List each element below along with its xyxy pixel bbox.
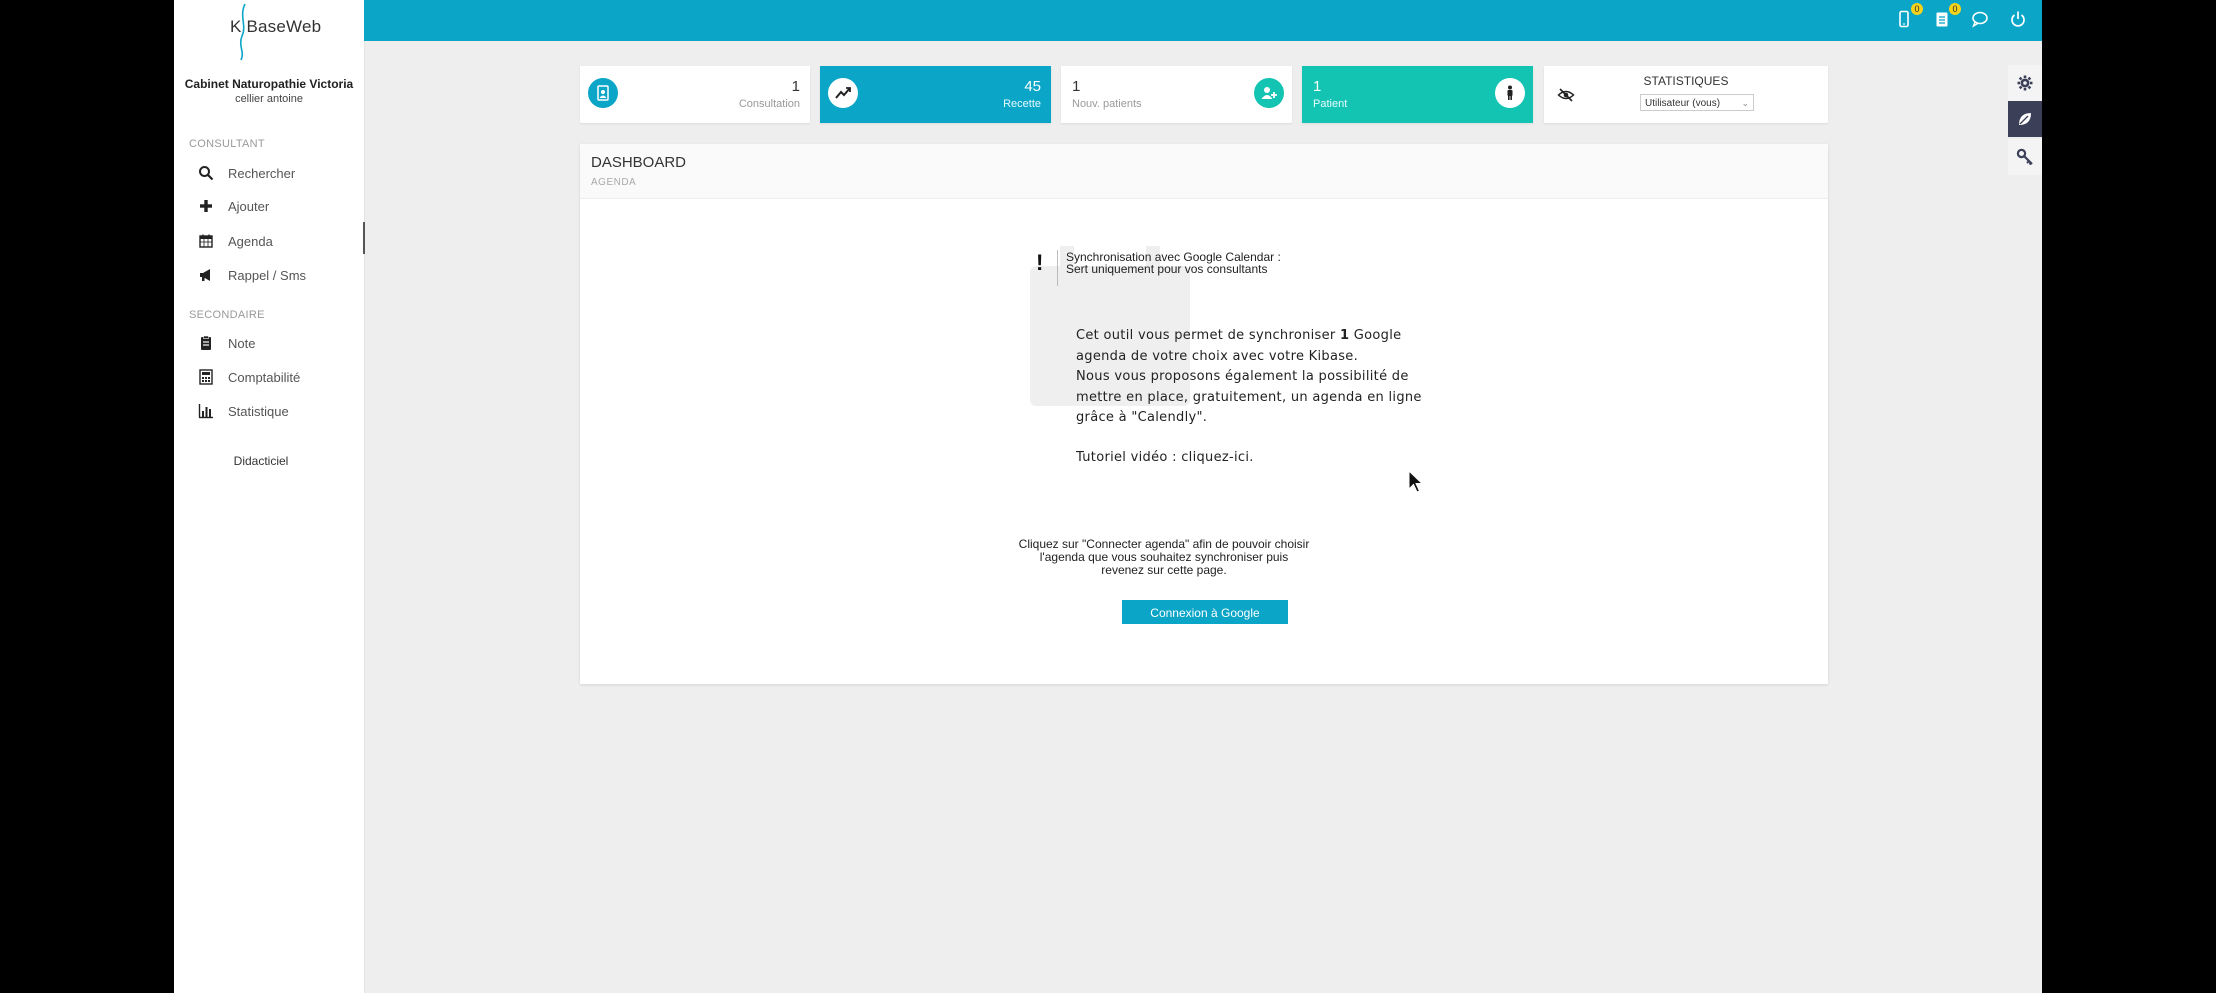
section-consultant: CONSULTANT — [189, 138, 265, 150]
desc-count: 1 — [1340, 328, 1350, 343]
connect-instructions: Cliquez sur "Connecter agenda" afin de p… — [1004, 538, 1324, 577]
card-statistiques: STATISTIQUES Utilisateur (vous) ⌄ — [1544, 66, 1828, 123]
desc-line4: mettre en place, gratuitement, un agenda… — [1076, 389, 1422, 405]
sidebar-item-label: Ajouter — [228, 198, 270, 214]
statistiques-title: STATISTIQUES — [1643, 74, 1729, 88]
mobile-icon — [1899, 10, 1909, 28]
note-icon — [201, 335, 211, 350]
sidebar-item-ajouter[interactable]: Ajouter — [198, 196, 269, 216]
user-name: cellier antoine — [235, 93, 303, 105]
page-subtitle: AGENDA — [591, 177, 637, 188]
exclamation-icon: ! — [1036, 250, 1044, 275]
sidebar-item-rappel-sms[interactable]: Rappel / Sms — [198, 265, 306, 285]
power-icon — [2011, 11, 2025, 27]
desc-line2: agenda de votre choix avec votre Kibase. — [1076, 348, 1359, 364]
eye-slash-icon[interactable] — [1557, 86, 1575, 104]
leaf-tool[interactable] — [2008, 101, 2042, 137]
recette-value: 45 — [1024, 78, 1041, 95]
leaf-icon — [2019, 113, 2031, 125]
trend-icon — [828, 78, 858, 108]
sidebar-item-label: Statistique — [228, 403, 289, 419]
key-icon — [2016, 148, 2033, 166]
settings-tool[interactable] — [2008, 65, 2042, 101]
mouse-cursor-icon — [1408, 470, 1424, 493]
consultation-label: Consultation — [738, 98, 800, 110]
chat-button[interactable] — [1970, 10, 1990, 30]
section-secondaire: SECONDAIRE — [189, 309, 265, 321]
recette-label: Recette — [1003, 98, 1041, 110]
key-tool[interactable] — [2008, 139, 2042, 175]
nouv-patients-value: 1 — [1072, 78, 1081, 95]
gear-icon — [2017, 75, 2033, 91]
sidebar-item-label: Rappel / Sms — [228, 267, 307, 283]
mobile-button[interactable]: 0 — [1894, 3, 1923, 30]
cabinet-name: Cabinet Naturopathie Victoria — [184, 77, 354, 91]
sidebar-item-note[interactable]: Note — [198, 333, 255, 353]
calculator-icon — [199, 369, 213, 385]
sidebar-item-label: Comptabilité — [228, 369, 301, 385]
patient-label: Patient — [1313, 98, 1348, 110]
notes-badge: 0 — [1949, 3, 1961, 15]
divider — [1057, 250, 1058, 286]
search-icon — [199, 166, 214, 181]
add-user-icon — [1254, 78, 1284, 108]
sidebar-item-label: Agenda — [228, 233, 273, 249]
desc-text: Cet outil vous permet de synchroniser — [1076, 328, 1340, 343]
instr-line3: revenez sur cette page. — [1101, 563, 1227, 577]
panel-header: DASHBOARD AGENDA — [580, 144, 1828, 199]
app-logo[interactable]: K BaseWeb — [230, 17, 321, 37]
user-select[interactable]: Utilisateur (vous) ⌄ — [1640, 94, 1754, 111]
sidebar-item-rechercher[interactable]: Rechercher — [198, 163, 295, 183]
card-recette[interactable]: 45 Recette — [820, 66, 1051, 123]
card-consultation[interactable]: 1 Consultation — [580, 66, 810, 123]
chevron-down-icon: ⌄ — [1741, 98, 1749, 108]
top-bar: 0 0 — [364, 0, 2042, 41]
dashboard-panel: DASHBOARD AGENDA ! Synchronisation avec … — [580, 144, 1828, 684]
patient-value: 1 — [1313, 78, 1322, 95]
sidebar: K BaseWeb Cabinet Naturopathie Victoria … — [174, 0, 365, 993]
logout-button[interactable] — [2008, 10, 2028, 30]
sync-note: Synchronisation avec Google Calendar : S… — [1066, 251, 1281, 275]
connect-google-calendar-button[interactable]: Connexion à Google Calendar — [1122, 600, 1288, 644]
card-nouv-patients[interactable]: 1 Nouv. patients — [1061, 66, 1292, 123]
notes-icon — [1936, 12, 1948, 27]
sync-note-line2: Sert uniquement pour vos consultants — [1066, 262, 1268, 276]
page-title: DASHBOARD — [591, 154, 687, 171]
mobile-badge: 0 — [1911, 3, 1923, 15]
bar-chart-icon — [198, 404, 213, 419]
consultation-value: 1 — [791, 78, 800, 95]
megaphone-icon — [200, 269, 210, 281]
desc-line5: grâce à "Calendly". — [1076, 410, 1208, 425]
consultation-icon — [588, 78, 618, 108]
desc-line3: Nous vous proposons également la possibi… — [1076, 369, 1409, 384]
sidebar-item-agenda[interactable]: Agenda — [198, 231, 273, 251]
calendar-icon — [199, 234, 213, 248]
desc-text: Google — [1349, 328, 1402, 343]
notes-button[interactable]: 0 — [1932, 3, 1961, 30]
nouv-patients-label: Nouv. patients — [1072, 98, 1142, 110]
didacticiel-link[interactable]: Didacticiel — [174, 454, 348, 468]
sync-description: Cet outil vous permet de synchroniser 1 … — [1076, 326, 1422, 429]
sidebar-item-statistique[interactable]: Statistique — [198, 401, 289, 421]
desc-line1: Cet outil vous permet de synchroniser 1 … — [1076, 326, 1422, 347]
sidebar-item-label: Note — [228, 335, 256, 351]
active-indicator — [363, 222, 365, 254]
user-select-value: Utilisateur (vous) — [1645, 98, 1721, 109]
card-patient[interactable]: 1 Patient — [1302, 66, 1533, 123]
person-icon — [1495, 78, 1525, 108]
tutorial-link[interactable]: Tutoriel vidéo : cliquez-ici. — [1076, 450, 1254, 465]
plus-icon — [200, 200, 212, 212]
app-window: K BaseWeb Cabinet Naturopathie Victoria … — [174, 0, 2042, 993]
chat-icon — [1972, 11, 1988, 28]
sidebar-item-label: Rechercher — [228, 165, 296, 181]
sidebar-item-comptabilite[interactable]: Comptabilité — [198, 367, 300, 387]
